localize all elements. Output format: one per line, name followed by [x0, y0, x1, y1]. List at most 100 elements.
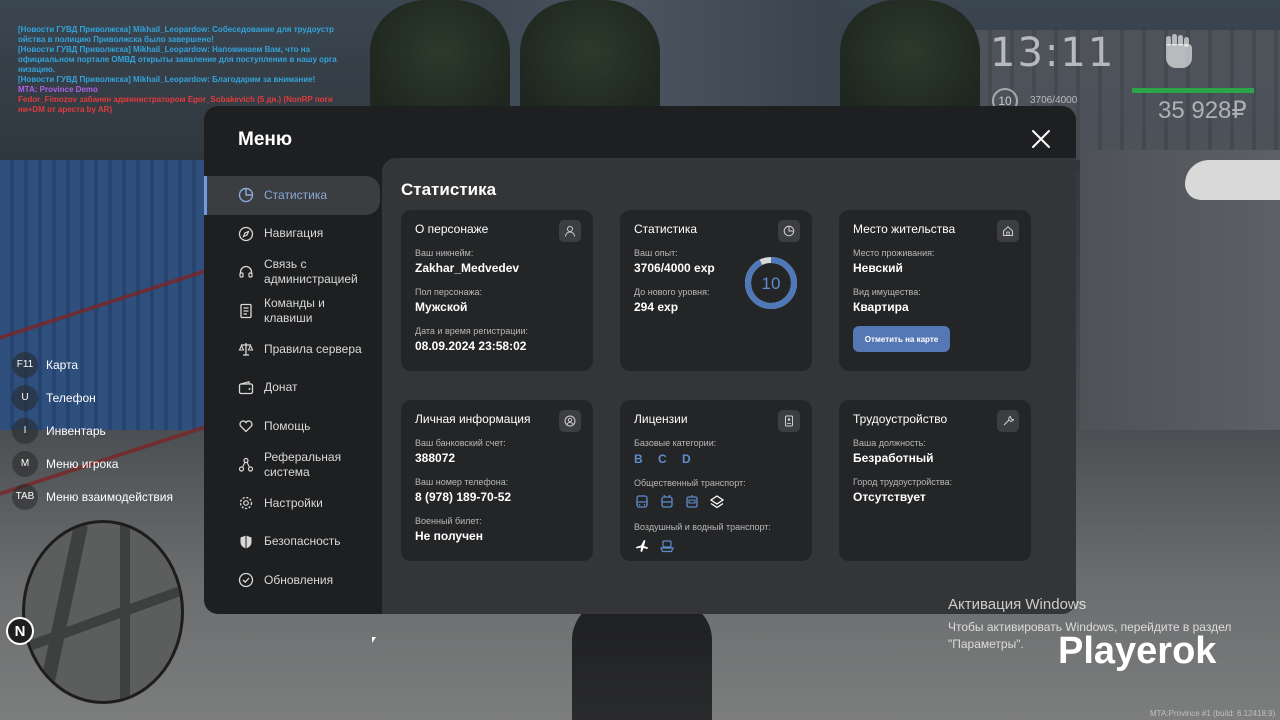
- nav-label: Донат: [264, 380, 298, 395]
- hotkey-map[interactable]: F11 Карта: [12, 348, 173, 381]
- tools-icon: [997, 410, 1019, 432]
- home-icon: [997, 220, 1019, 242]
- nav-label: Команды и клавиши: [264, 295, 325, 325]
- card-licenses: Лицензии Базовые категории: B C D Общест…: [620, 400, 812, 561]
- card-stats: Статистика Ваш опыт: 3706/4000 exp До но…: [620, 210, 812, 371]
- nav-item-statistics[interactable]: Статистика: [204, 176, 380, 215]
- card-employment: Трудоустройство Ваша должность: Безработ…: [839, 400, 1031, 561]
- nav-item-security[interactable]: Безопасность: [204, 523, 380, 562]
- document-icon: [240, 303, 252, 318]
- menu-sidebar: Статистика Навигация Связь с администрац…: [204, 176, 380, 600]
- base-categories-value: B C D: [634, 452, 697, 466]
- shield-icon: [240, 535, 252, 549]
- pie-chart-icon: [238, 188, 254, 203]
- compass-icon: [238, 226, 254, 241]
- card-title: Трудоустройство: [853, 412, 948, 426]
- nickname-label: Ваш никнейм:: [415, 248, 474, 258]
- nav-item-navigation[interactable]: Навигация: [204, 215, 380, 254]
- user-icon: [559, 220, 581, 242]
- nav-item-referral[interactable]: Реферальная система: [204, 446, 380, 485]
- nav-label: Обновления: [264, 572, 334, 587]
- nav-label: Настройки: [264, 495, 323, 510]
- nav-item-contact-admin[interactable]: Связь с администрацией: [204, 253, 380, 292]
- build-info: MTA:Province #1 (build: 6.12418.9): [1150, 709, 1276, 718]
- public-transport-label: Общественный транспорт:: [634, 478, 746, 488]
- base-categories-label: Базовые категории:: [634, 438, 717, 448]
- chat-log: [Новости ГУВД Приволжска] Mikhail_Leopar…: [18, 25, 338, 115]
- property-type-label: Вид имущества:: [853, 287, 921, 297]
- hud-money: 35 928₽: [1158, 97, 1247, 124]
- nav-item-donate[interactable]: Донат: [204, 369, 380, 408]
- military-id-value: Не получен: [415, 529, 483, 543]
- hud-clock: 13:11: [990, 30, 1116, 76]
- property-type-value: Квартира: [853, 300, 909, 314]
- nav-item-commands[interactable]: Команды и клавиши: [204, 292, 380, 331]
- hotkey-label: Меню взаимодействия: [46, 489, 173, 504]
- north-indicator: N: [6, 617, 34, 645]
- hotkey-phone[interactable]: U Телефон: [12, 381, 173, 414]
- card-title: О персонаже: [415, 222, 489, 236]
- level-ring: 10: [745, 257, 797, 309]
- trolleybus-icon: [661, 494, 673, 508]
- network-icon: [238, 457, 254, 472]
- check-circle-icon: [238, 573, 254, 588]
- hotkey-label: Телефон: [46, 390, 96, 405]
- nav-item-settings[interactable]: Настройки: [204, 484, 380, 523]
- position-label: Ваша должность:: [853, 438, 926, 448]
- nickname-value: Zakhar_Medvedev: [415, 261, 520, 275]
- registration-label: Дата и время регистрации:: [415, 326, 528, 336]
- bus-icon: [636, 495, 648, 508]
- mark-on-map-button[interactable]: Отметить на карте: [853, 326, 950, 352]
- nav-label: Навигация: [264, 226, 324, 241]
- chat-message: [Новости ГУВД Приволжска] Mikhail_Leopar…: [18, 75, 316, 84]
- stats-panel: Статистика О персонаже Ваш никнейм: Zakh…: [382, 158, 1076, 614]
- gender-label: Пол персонажа:: [415, 287, 483, 297]
- user-circle-icon: [559, 410, 581, 432]
- pie-chart-icon: [778, 220, 800, 242]
- hotkey-list: F11 Карта U Телефон I Инвентарь M Меню игрок…: [12, 348, 173, 513]
- mouse-cursor: [372, 637, 376, 643]
- car: [1185, 160, 1280, 200]
- registration-value: 08.09.2024 23:58:02: [415, 339, 527, 353]
- panel-title: Статистика: [401, 180, 497, 199]
- hotkey-key: I: [12, 417, 38, 444]
- nav-label: Связь с администрацией: [264, 257, 358, 287]
- playerok-watermark: Playerok: [1058, 630, 1217, 672]
- health-bar: [1132, 88, 1254, 93]
- hotkey-key: F11: [12, 351, 38, 378]
- tram-icon: [686, 495, 698, 508]
- player-character: [572, 600, 712, 720]
- nav-label: Помощь: [264, 418, 311, 433]
- menu-title: Меню: [238, 129, 293, 150]
- hotkey-inventory[interactable]: I Инвентарь: [12, 414, 173, 447]
- nav-label: Реферальная система: [264, 449, 342, 479]
- job-city-value: Отсутствует: [853, 490, 926, 504]
- id-badge-icon: [778, 410, 800, 432]
- close-icon[interactable]: [1030, 128, 1052, 150]
- hotkey-interaction-menu[interactable]: TAB Меню взаимодействия: [12, 480, 173, 513]
- hotkey-label: Карта: [46, 357, 79, 372]
- nav-item-help[interactable]: Помощь: [204, 407, 380, 446]
- nav-item-updates[interactable]: Обновления: [204, 561, 380, 600]
- bank-account-label: Ваш банковский счет:: [415, 438, 506, 448]
- hotkey-label: Меню игрока: [46, 456, 119, 471]
- nav-item-rules[interactable]: Правила сервера: [204, 330, 380, 369]
- phone-value: 8 (978) 189-70-52: [415, 490, 512, 504]
- chat-message: [Новости ГУВД Приволжска] Mikhail_Leopar…: [18, 45, 337, 74]
- position-value: Безработный: [853, 451, 934, 465]
- military-id-label: Военный билет:: [415, 516, 482, 526]
- headset-icon: [239, 266, 253, 278]
- minimap: [22, 520, 184, 704]
- boat-icon: [660, 540, 674, 553]
- fist-icon: [1166, 34, 1192, 68]
- wallet-icon: [238, 380, 254, 394]
- bank-account-value: 388072: [415, 451, 456, 465]
- scales-icon: [238, 343, 254, 356]
- air-water-transport-icons: [634, 538, 798, 554]
- card-title: Личная информация: [415, 412, 531, 426]
- hotkey-key: TAB: [12, 483, 38, 510]
- card-character: О персонаже Ваш никнейм: Zakhar_Medvedev…: [401, 210, 593, 371]
- nav-label: Правила сервера: [264, 341, 362, 356]
- hotkey-key: U: [12, 384, 38, 411]
- hotkey-player-menu[interactable]: M Меню игрока: [12, 447, 173, 480]
